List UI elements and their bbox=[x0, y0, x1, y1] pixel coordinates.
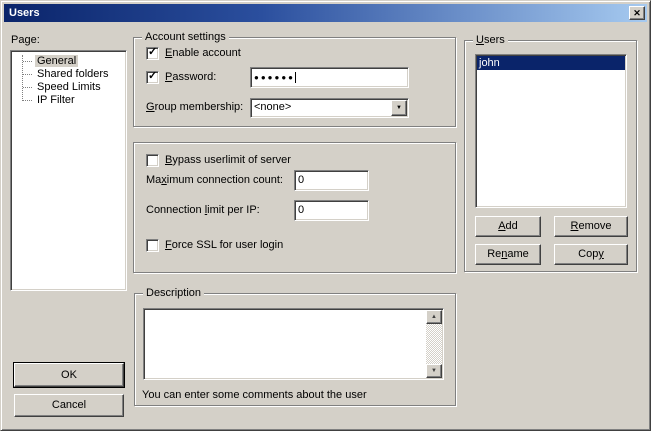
check-icon: ✓ bbox=[148, 70, 157, 83]
page-label: Page: bbox=[11, 34, 40, 47]
max-connections-label: Maximum connection count: bbox=[146, 174, 283, 187]
description-title: Description bbox=[143, 287, 204, 300]
password-masked-value: ●●●●●● bbox=[254, 73, 295, 82]
tree-connector-icon bbox=[23, 100, 32, 101]
window-title: Users bbox=[9, 7, 40, 19]
password-input[interactable]: ●●●●●● bbox=[250, 67, 409, 88]
group-membership-label: Group membership: bbox=[146, 101, 243, 114]
tree-item-shared-folders[interactable]: Shared folders bbox=[11, 68, 126, 81]
description-textarea[interactable]: ▲ ▼ bbox=[143, 308, 444, 380]
bypass-userlimit-checkbox[interactable] bbox=[146, 154, 159, 167]
force-ssl-label: Force SSL for user login bbox=[165, 239, 283, 252]
group-membership-value: <none> bbox=[254, 101, 291, 114]
tree-item-speed-limits[interactable]: Speed Limits bbox=[11, 81, 126, 94]
tree-connector-icon bbox=[23, 87, 32, 88]
tree-connector-icon bbox=[23, 74, 32, 75]
scroll-up-icon[interactable]: ▲ bbox=[426, 310, 442, 324]
tree-connector-icon bbox=[23, 61, 32, 62]
page-tree: General Shared folders Speed Limits IP F… bbox=[10, 50, 127, 291]
rename-button[interactable]: Rename bbox=[475, 244, 541, 265]
copy-button[interactable]: Copy bbox=[554, 244, 628, 265]
force-ssl-checkbox[interactable] bbox=[146, 239, 159, 252]
list-item-john[interactable]: john bbox=[477, 56, 625, 70]
password-label: Password: bbox=[165, 71, 216, 84]
bypass-userlimit-label: Bypass userlimit of server bbox=[165, 154, 291, 167]
tree-item-ip-filter[interactable]: IP Filter bbox=[11, 94, 126, 107]
max-connections-input[interactable]: 0 bbox=[294, 170, 369, 191]
password-checkbox[interactable]: ✓ bbox=[146, 71, 159, 84]
text-caret bbox=[295, 72, 296, 83]
users-group-title: Users bbox=[473, 34, 508, 47]
cancel-button[interactable]: Cancel bbox=[14, 394, 124, 417]
description-scrollbar[interactable]: ▲ ▼ bbox=[426, 310, 442, 378]
chevron-down-icon[interactable]: ▼ bbox=[391, 100, 407, 116]
close-icon[interactable]: ✕ bbox=[629, 6, 645, 20]
account-settings-title: Account settings bbox=[142, 31, 229, 44]
scroll-down-icon[interactable]: ▼ bbox=[426, 364, 442, 378]
group-membership-select[interactable]: <none> ▼ bbox=[250, 98, 409, 118]
check-icon: ✓ bbox=[148, 46, 157, 59]
ok-button[interactable]: OK bbox=[14, 363, 124, 387]
add-button[interactable]: Add bbox=[475, 216, 541, 237]
ip-limit-input[interactable]: 0 bbox=[294, 200, 369, 221]
tree-item-general[interactable]: General bbox=[11, 55, 126, 68]
enable-account-checkbox[interactable]: ✓ bbox=[146, 47, 159, 60]
users-list[interactable]: john bbox=[475, 54, 627, 208]
title-bar: Users ✕ bbox=[4, 4, 647, 22]
remove-button[interactable]: Remove bbox=[554, 216, 628, 237]
ip-limit-label: Connection limit per IP: bbox=[146, 204, 260, 217]
description-hint: You can enter some comments about the us… bbox=[142, 389, 367, 402]
enable-account-label: Enable account bbox=[165, 47, 241, 60]
users-dialog: Users ✕ Page: General Shared folders Spe… bbox=[0, 0, 651, 431]
